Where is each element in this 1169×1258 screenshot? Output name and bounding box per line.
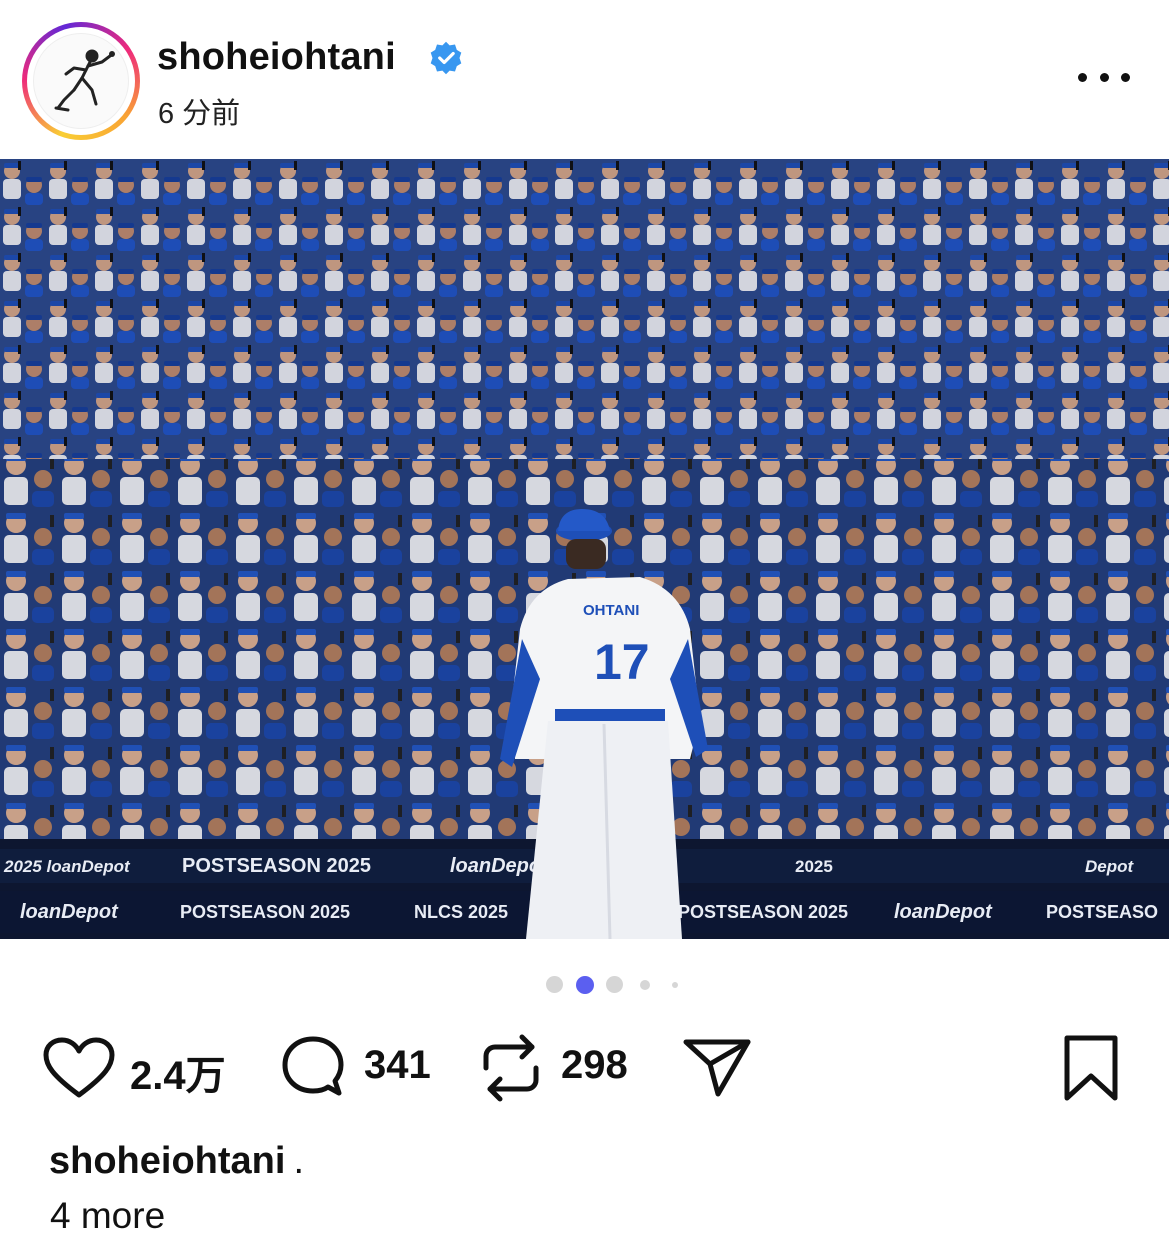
post-actions-bar: 2.4万 341 298 (0, 1030, 1169, 1106)
banner-text: 2025 (795, 857, 833, 876)
banner-text: POSTSEASON 2025 (678, 902, 848, 922)
caption-username[interactable]: shoheiohtani (49, 1140, 285, 1182)
paper-plane-icon[interactable] (682, 1036, 752, 1098)
carousel-dot[interactable] (672, 982, 678, 988)
post-photo[interactable]: 2025 loanDepot POSTSEASON 2025 loanDepot… (0, 159, 1169, 939)
banner-text: loanDepot (20, 901, 119, 923)
banner-text: POSTSEASON 2025 (180, 902, 350, 922)
banner-text: 2025 loanDepot (3, 857, 131, 876)
banner-text: NLCS 2025 (414, 902, 508, 922)
banner-text: Depot (1085, 857, 1135, 876)
repost-count[interactable]: 298 (561, 1043, 628, 1088)
banner-text: POSTSEASO (1046, 902, 1158, 922)
bookmark-outline-icon[interactable] (1061, 1034, 1121, 1102)
pitcher-logo-icon (54, 49, 115, 112)
post-timestamp: 6 分前 (158, 98, 241, 130)
banner-text: loanDepot (894, 901, 993, 923)
jersey-number: 17 (594, 634, 650, 690)
jersey-name: OHTANI (583, 602, 639, 619)
like-count[interactable]: 2.4万 (130, 1043, 226, 1101)
more-horizontal-icon[interactable] (1078, 64, 1130, 90)
repost-arrows-icon[interactable] (480, 1034, 542, 1102)
carousel-dot-active[interactable] (576, 976, 594, 994)
carousel-dot[interactable] (546, 976, 563, 993)
caption: shoheiohtani. (49, 1140, 304, 1183)
avatar[interactable] (33, 33, 129, 129)
caption-more-link[interactable]: 4 more (50, 1195, 165, 1237)
stadium-crowd-image: 2025 loanDepot POSTSEASON 2025 loanDepot… (0, 159, 1169, 939)
comment-bubble-icon[interactable] (279, 1035, 347, 1103)
banner-text: POSTSEASON 2025 (182, 855, 371, 877)
heart-outline-icon[interactable] (42, 1037, 116, 1099)
carousel-dot[interactable] (640, 980, 650, 990)
verified-badge-icon (430, 41, 462, 75)
carousel-indicator (0, 975, 1169, 995)
carousel-dot[interactable] (606, 976, 623, 993)
post-username[interactable]: shoheiohtani (157, 36, 396, 79)
avatar-story-ring[interactable] (22, 22, 140, 140)
caption-text: . (293, 1140, 305, 1182)
comment-count[interactable]: 341 (364, 1043, 431, 1088)
post-header: shoheiohtani 6 分前 (0, 0, 1169, 160)
